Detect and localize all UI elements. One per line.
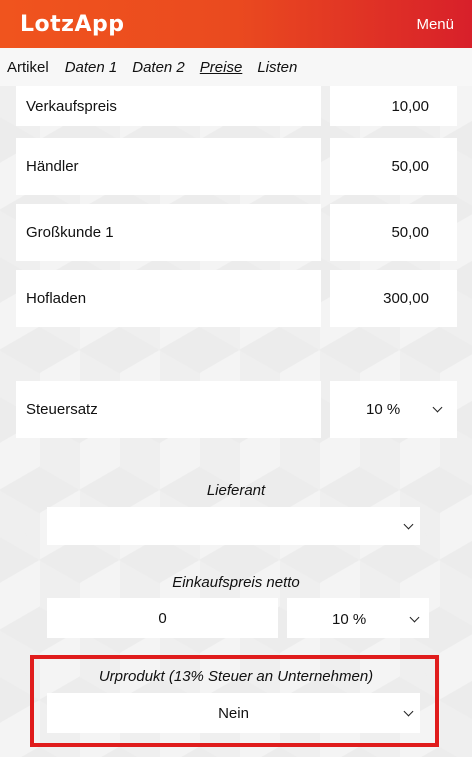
- price-input-verkaufspreis[interactable]: 10,00: [330, 86, 457, 126]
- supplier-label: Lieferant: [206, 482, 266, 499]
- chevron-down-icon: [403, 519, 414, 530]
- purchase-price-label: Einkaufspreis netto: [172, 574, 300, 591]
- app-logo[interactable]: LotzApp: [20, 12, 124, 37]
- menu-button[interactable]: Menü: [416, 16, 454, 33]
- purchase-price-input[interactable]: 0: [47, 598, 278, 638]
- chevron-down-icon: [409, 612, 420, 623]
- price-input-haendler[interactable]: 50,00: [330, 138, 457, 195]
- app-header: LotzApp Menü: [0, 0, 472, 48]
- purchase-tax-select[interactable]: 10 %: [287, 598, 429, 638]
- price-input-hofladen[interactable]: 300,00: [330, 270, 457, 327]
- price-label-hofladen: Hofladen: [16, 270, 321, 327]
- tab-artikel[interactable]: Artikel: [7, 59, 49, 76]
- tab-bar: Artikel Daten 1 Daten 2 Preise Listen: [0, 48, 472, 86]
- price-label-verkaufspreis: Verkaufspreis: [16, 86, 321, 126]
- supplier-select[interactable]: [47, 507, 420, 545]
- tab-preise[interactable]: Preise: [200, 59, 243, 76]
- tax-select-value: 10 %: [366, 401, 401, 418]
- price-label-haendler: Händler: [16, 138, 321, 195]
- purchase-tax-value: 10 %: [332, 611, 367, 628]
- tab-listen[interactable]: Listen: [257, 59, 297, 76]
- chevron-down-icon: [432, 402, 443, 413]
- highlight-box: [30, 655, 439, 747]
- tab-daten-1[interactable]: Daten 1: [65, 59, 118, 76]
- tax-select[interactable]: 10 %: [330, 381, 457, 438]
- tax-label: Steuersatz: [16, 381, 321, 438]
- tab-daten-2[interactable]: Daten 2: [132, 59, 185, 76]
- price-label-grosskunde-1: Großkunde 1: [16, 204, 321, 261]
- price-input-grosskunde-1[interactable]: 50,00: [330, 204, 457, 261]
